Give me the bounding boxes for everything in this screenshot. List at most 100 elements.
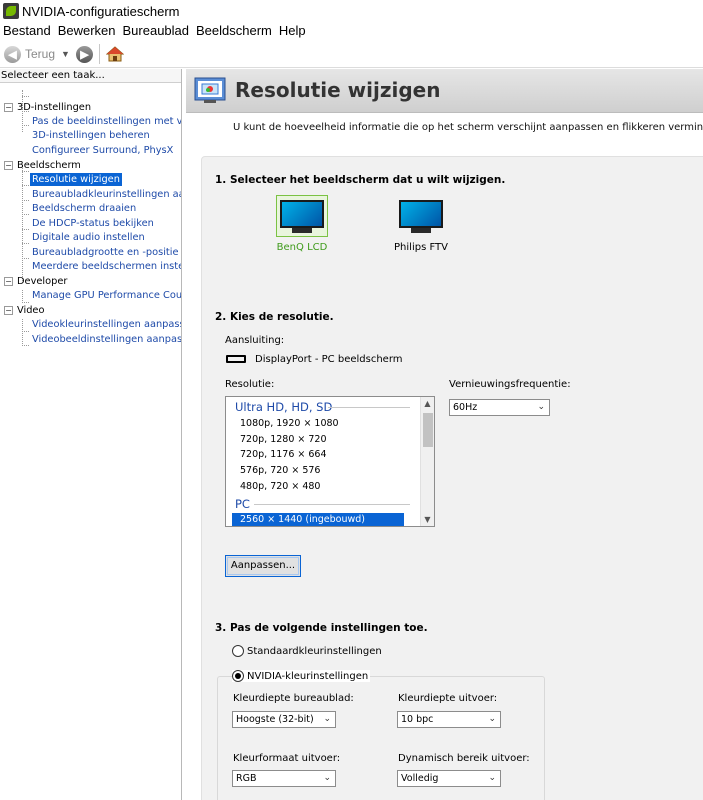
tree-item-gpu-counters[interactable]: Manage GPU Performance Counters <box>30 289 181 302</box>
dropdown-value: Volledig <box>401 773 439 784</box>
tree-connector <box>22 125 29 126</box>
home-button[interactable] <box>105 44 125 64</box>
main-content: Resolutie wijzigen U kunt de hoeveelheid… <box>186 69 703 800</box>
scroll-thumb[interactable] <box>423 413 433 447</box>
refresh-rate-dropdown[interactable]: 60Hz ⌄ <box>449 399 550 416</box>
tree-item-video-image[interactable]: Videobeeldinstellingen aanpassen <box>30 333 181 346</box>
category-label: Beeldscherm <box>17 160 81 171</box>
tree-item-desktop-color[interactable]: Bureaubladkleurinstellingen aanpass <box>30 188 181 201</box>
forward-button[interactable]: ▶ <box>75 45 93 63</box>
collapse-icon[interactable]: − <box>4 161 13 170</box>
home-icon <box>105 46 124 62</box>
radio-default-colors[interactable]: Standaardkleurinstellingen <box>232 645 382 657</box>
tree-category-developer[interactable]: − Developer <box>4 275 67 288</box>
history-dropdown-icon[interactable]: ▼ <box>61 49 70 59</box>
dropdown-value: Hoogste (32-bit) <box>236 714 314 725</box>
radio-button-icon <box>232 670 244 682</box>
intro-text: U kunt de hoeveelheid informatie die op … <box>233 122 703 133</box>
section-3-title: 3. Pas de volgende instellingen toe. <box>215 622 428 634</box>
tree-connector <box>22 96 29 97</box>
collapse-icon[interactable]: − <box>4 103 13 112</box>
list-item-selected[interactable]: 2560 × 1440 (ingebouwd) <box>232 513 404 526</box>
menu-help[interactable]: Help <box>276 23 310 38</box>
menu-bewerken[interactable]: Bewerken <box>55 23 120 38</box>
tree-item-multiple-displays[interactable]: Meerdere beeldschermen instellen <box>30 260 181 273</box>
tree-item-manage-3d[interactable]: 3D-instellingen beheren <box>30 129 152 142</box>
tree-connector <box>22 331 29 332</box>
resolution-list[interactable]: Ultra HD, HD, SD 1080p, 1920 × 1080 720p… <box>225 396 435 527</box>
list-scrollbar[interactable]: ▲ ▼ <box>420 397 434 526</box>
group-header-pc: PC <box>235 497 250 511</box>
tree-item-desktop-size[interactable]: Bureaubladgrootte en -positie aanpa <box>30 246 181 259</box>
task-panel-header: Selecteer een taak... <box>0 69 181 83</box>
tree-category-3d[interactable]: − 3D-instellingen <box>4 101 91 114</box>
tree-connector <box>22 185 29 186</box>
tree-item-rotate-display[interactable]: Beeldscherm draaien <box>30 202 138 215</box>
list-item[interactable]: 1080p, 1920 × 1080 <box>240 418 339 429</box>
dropdown-value: 10 bpc <box>401 714 434 725</box>
customize-button[interactable]: Aanpassen... <box>225 555 301 577</box>
scroll-up-icon[interactable]: ▲ <box>421 397 434 410</box>
tree-item-surround-physx[interactable]: Configureer Surround, PhysX <box>30 144 175 157</box>
dynamic-range-label: Dynamisch bereik uitvoer: <box>398 753 530 764</box>
display-label: BenQ LCD <box>276 242 328 253</box>
refresh-label: Vernieuwingsfrequentie: <box>449 379 571 390</box>
tree-category-display[interactable]: − Beeldscherm <box>4 159 81 172</box>
menu-bar: Bestand Bewerken Bureaublad Beeldscherm … <box>0 21 703 40</box>
tree-item-image-settings-preview[interactable]: Pas de beeldinstellingen met voorbe <box>30 115 181 128</box>
collapse-icon[interactable]: − <box>4 306 13 315</box>
group-divider <box>254 504 410 505</box>
desktop-depth-dropdown[interactable]: Hoogste (32-bit) ⌄ <box>232 711 336 728</box>
displayport-icon <box>226 355 246 363</box>
monitor-icon <box>280 199 324 233</box>
section-2-title: 2. Kies de resolutie. <box>215 311 334 323</box>
chevron-down-icon: ⌄ <box>488 714 496 724</box>
resolution-label: Resolutie: <box>225 379 275 390</box>
list-item[interactable]: 720p, 1176 × 664 <box>240 449 327 460</box>
tree-connector <box>22 200 29 201</box>
dynamic-range-dropdown[interactable]: Volledig ⌄ <box>397 770 501 787</box>
category-label: 3D-instellingen <box>17 102 92 113</box>
window-title: NVIDIA-configuratiescherm <box>22 3 180 19</box>
toolbar-separator <box>98 44 100 64</box>
list-item[interactable]: 480p, 720 × 480 <box>240 481 320 492</box>
menu-bureaublad[interactable]: Bureaublad <box>120 23 194 38</box>
display-philips[interactable]: Philips FTV <box>394 195 448 253</box>
tree-item-change-resolution[interactable]: Resolutie wijzigen <box>30 173 122 186</box>
menu-beeldscherm[interactable]: Beeldscherm <box>193 23 276 38</box>
tree-connector <box>22 302 29 303</box>
tree-category-video[interactable]: − Video <box>4 304 44 317</box>
tree-connector <box>22 229 29 230</box>
display-benq[interactable]: BenQ LCD <box>276 195 328 253</box>
dropdown-value: RGB <box>236 773 257 784</box>
scroll-down-icon[interactable]: ▼ <box>421 513 434 526</box>
output-format-dropdown[interactable]: RGB ⌄ <box>232 770 336 787</box>
connection-label: Aansluiting: <box>225 335 285 346</box>
list-item[interactable]: 720p, 1280 × 720 <box>240 434 327 445</box>
tree-item-video-color[interactable]: Videokleurinstellingen aanpassen <box>30 318 181 331</box>
category-label: Developer <box>17 276 68 287</box>
display-label: Philips FTV <box>394 242 448 253</box>
section-1-title: 1. Selecteer het beeldscherm dat u wilt … <box>215 174 506 186</box>
output-depth-dropdown[interactable]: 10 bpc ⌄ <box>397 711 501 728</box>
desktop-depth-label: Kleurdiepte bureaublad: <box>233 693 354 704</box>
back-button[interactable]: ◀ Terug ▼ <box>4 45 70 63</box>
tree-connector <box>22 345 29 346</box>
group-divider <box>328 407 410 408</box>
output-format-label: Kleurformaat uitvoer: <box>233 753 341 764</box>
toolbar: ◀ Terug ▼ ▶ <box>0 41 703 68</box>
back-arrow-icon: ◀ <box>4 45 21 63</box>
title-bar: NVIDIA-configuratiescherm <box>0 0 703 22</box>
tree-item-digital-audio[interactable]: Digitale audio instellen <box>30 231 147 244</box>
radio-nvidia-colors[interactable]: NVIDIA-kleurinstellingen <box>232 670 371 682</box>
monitor-frame <box>395 195 447 237</box>
dropdown-value: 60Hz <box>453 402 478 413</box>
collapse-icon[interactable]: − <box>4 277 13 286</box>
page-title: Resolutie wijzigen <box>235 78 441 102</box>
list-item[interactable]: 576p, 720 × 576 <box>240 465 320 476</box>
tree-item-hdcp-status[interactable]: De HDCP-status bekijken <box>30 217 156 230</box>
output-depth-label: Kleurdiepte uitvoer: <box>398 693 498 704</box>
chevron-down-icon: ⌄ <box>323 714 331 724</box>
menu-bestand[interactable]: Bestand <box>0 23 55 38</box>
group-header-uhd: Ultra HD, HD, SD <box>235 400 333 414</box>
